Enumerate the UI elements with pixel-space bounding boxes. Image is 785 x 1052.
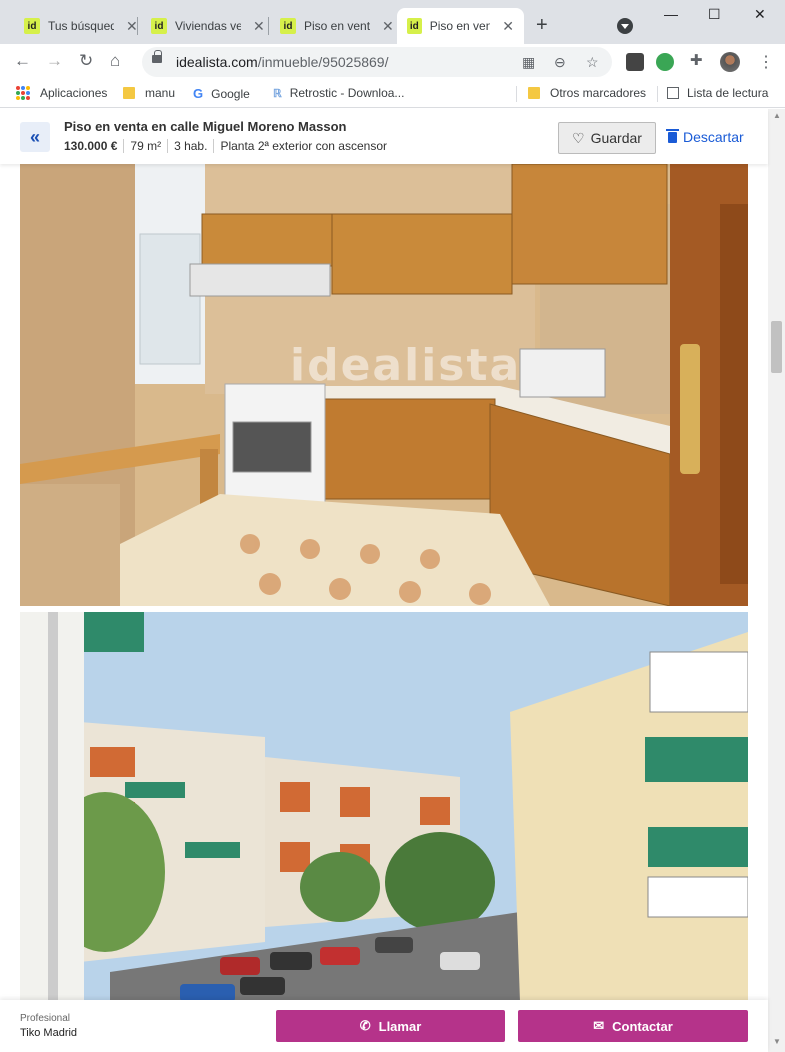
- browser-toolbar: ← → ↻ ⌂ idealista.com/inmueble/95025869/…: [0, 44, 785, 80]
- bookmark-retrostic[interactable]: ℝ Retrostic - Downloa...: [273, 86, 404, 100]
- reading-list-icon: [667, 87, 679, 99]
- folder-icon: [528, 87, 540, 99]
- tab-title: Tus búsqued: [48, 19, 114, 33]
- bookmark-label: Aplicaciones: [40, 86, 108, 100]
- forward-arrow-icon[interactable]: →: [46, 51, 63, 71]
- url-host: idealista.com: [176, 54, 258, 70]
- back-double-chevron-icon[interactable]: «: [20, 122, 50, 152]
- back-arrow-icon[interactable]: ←: [14, 51, 31, 71]
- watermark: idealista: [290, 340, 522, 391]
- call-label: Llamar: [378, 1018, 422, 1034]
- new-tab-icon[interactable]: +: [536, 14, 548, 37]
- bookmark-label: manu: [145, 86, 176, 100]
- close-window-icon[interactable]: ✕: [754, 6, 766, 23]
- page-content: « Piso en venta en calle Miguel Moreno M…: [0, 109, 785, 1052]
- scroll-up-arrow-icon[interactable]: ▲: [773, 111, 781, 120]
- browser-tab-2[interactable]: id Viviendas ve ✕: [141, 8, 275, 44]
- google-icon: G: [193, 86, 204, 101]
- bookmark-star-icon[interactable]: ☆: [586, 54, 599, 71]
- close-tab-icon[interactable]: ✕: [126, 18, 138, 35]
- bookmark-separator: [657, 86, 658, 102]
- scrollbar-thumb[interactable]: [771, 321, 782, 373]
- meta-separator: [213, 139, 215, 153]
- close-tab-icon[interactable]: ✕: [502, 18, 514, 35]
- call-button[interactable]: ✆ Llamar: [276, 1010, 505, 1042]
- extension-icon[interactable]: [626, 53, 644, 71]
- discard-label: Descartar: [683, 129, 744, 145]
- bookmark-manu[interactable]: manu: [123, 86, 175, 100]
- listing-price: 130.000 €: [64, 139, 118, 153]
- bookmark-label: Google: [211, 86, 250, 101]
- agency-name[interactable]: Tiko Madrid: [20, 1027, 77, 1039]
- browser-tab-3[interactable]: id Piso en vent ✕: [270, 8, 404, 44]
- tab-separator: [268, 17, 269, 35]
- bookmark-label: Lista de lectura: [687, 86, 769, 100]
- extension-icon[interactable]: [656, 53, 674, 71]
- tab-separator: [137, 17, 138, 35]
- discard-button[interactable]: Descartar: [666, 128, 744, 145]
- url-text[interactable]: idealista.com/inmueble/95025869/: [176, 54, 388, 70]
- listing-header: « Piso en venta en calle Miguel Moreno M…: [0, 109, 768, 164]
- reload-icon[interactable]: ↻: [79, 51, 93, 71]
- tab-search-icon[interactable]: [617, 18, 633, 34]
- page-scrollbar[interactable]: ▲ ▼: [768, 109, 785, 1052]
- tab-strip: id Tus búsqued ✕ id Viviendas ve ✕ id Pi…: [0, 0, 785, 44]
- listing-photo-kitchen[interactable]: idealista: [20, 164, 748, 606]
- url-path: /inmueble/95025869/: [257, 54, 389, 70]
- bookmark-separator: [516, 86, 517, 102]
- extensions-puzzle-icon[interactable]: ✚: [690, 51, 703, 69]
- bookmark-otros[interactable]: Otros marcadores: [528, 86, 646, 100]
- bookmark-apps[interactable]: Aplicaciones: [16, 86, 107, 100]
- home-icon[interactable]: ⌂: [110, 51, 120, 71]
- apps-grid-icon: [16, 86, 30, 100]
- idealista-favicon-icon: id: [151, 18, 167, 34]
- tab-title: Viviendas ve: [175, 19, 241, 33]
- retrostic-icon: ℝ: [273, 87, 282, 100]
- lock-icon[interactable]: [152, 50, 162, 63]
- idealista-favicon-icon: id: [24, 18, 40, 34]
- bookmark-label: Otros marcadores: [550, 86, 647, 100]
- bookmark-google[interactable]: G Google: [193, 86, 250, 101]
- tab-title: Piso en vent: [429, 19, 491, 33]
- meta-separator: [167, 139, 169, 153]
- contact-button[interactable]: ✉ Contactar: [518, 1010, 748, 1042]
- listing-area: 79 m²: [130, 139, 162, 153]
- qr-code-icon[interactable]: ▦: [522, 54, 535, 71]
- close-tab-icon[interactable]: ✕: [382, 18, 394, 35]
- contact-label: Contactar: [612, 1018, 673, 1034]
- zoom-icon[interactable]: ⊖: [554, 54, 566, 71]
- bookmark-label: Retrostic - Downloa...: [289, 86, 405, 100]
- folder-icon: [123, 87, 135, 99]
- save-label: Guardar: [590, 130, 642, 146]
- phone-icon: ✆: [359, 1018, 371, 1033]
- close-tab-icon[interactable]: ✕: [253, 18, 265, 35]
- maximize-icon[interactable]: ☐: [708, 6, 721, 23]
- listing-photo-street[interactable]: [20, 612, 748, 1002]
- heart-icon: ♡: [572, 129, 585, 146]
- listing-meta: 130.000 € 79 m² 3 hab. Planta 2ª exterio…: [64, 139, 387, 153]
- profile-avatar[interactable]: [720, 52, 740, 72]
- listing-rooms: 3 hab.: [174, 139, 208, 153]
- street-photo-image: [20, 612, 748, 1002]
- browser-tab-active[interactable]: id Piso en vent ✕: [397, 8, 524, 44]
- scroll-down-arrow-icon[interactable]: ▼: [773, 1037, 781, 1046]
- save-button[interactable]: ♡ Guardar: [558, 122, 656, 154]
- listing-title: Piso en venta en calle Miguel Moreno Mas…: [64, 119, 347, 134]
- meta-separator: [123, 139, 125, 153]
- address-bar[interactable]: idealista.com/inmueble/95025869/ ▦ ⊖ ☆: [142, 47, 612, 77]
- tab-title: Piso en vent: [304, 19, 370, 33]
- browser-menu-icon[interactable]: ⋮: [758, 52, 774, 72]
- contact-bar: Profesional Tiko Madrid ✆ Llamar ✉ Conta…: [0, 1000, 768, 1052]
- browser-tab-1[interactable]: id Tus búsqued ✕: [14, 8, 148, 44]
- chat-icon: ✉: [593, 1018, 605, 1033]
- idealista-favicon-icon: id: [280, 18, 296, 34]
- trash-icon: [666, 128, 679, 143]
- bookmarks-bar: Aplicaciones manu G Google ℝ Retrostic -…: [0, 80, 785, 108]
- professional-label: Profesional: [20, 1013, 71, 1024]
- bookmark-reading-list[interactable]: Lista de lectura: [667, 86, 768, 100]
- idealista-favicon-icon: id: [407, 18, 422, 34]
- listing-floor: Planta 2ª exterior con ascensor: [220, 139, 387, 153]
- minimize-icon[interactable]: —: [664, 6, 678, 22]
